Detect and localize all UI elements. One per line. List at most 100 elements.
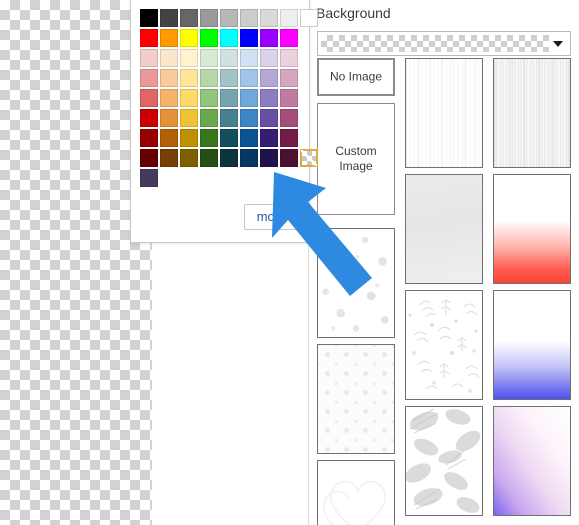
color-swatch-cccccc[interactable] [240, 9, 258, 27]
color-swatch-6aa84f[interactable] [200, 109, 218, 127]
color-swatch-d0e0e3[interactable] [220, 49, 238, 67]
color-swatch-6fa8dc[interactable] [240, 89, 258, 107]
background-panel-title: Background [316, 5, 391, 21]
color-swatch-ffd966[interactable] [180, 89, 198, 107]
color-swatch-b4a7d6[interactable] [260, 69, 278, 87]
color-swatch-000000[interactable] [140, 9, 158, 27]
color-swatch-e69138[interactable] [160, 109, 178, 127]
color-swatch-443a5e[interactable] [140, 169, 158, 187]
background-panel: Background No Image Custom Image [309, 0, 579, 525]
swatch-row-shade-row-1 [140, 109, 302, 129]
color-swatch-d9d9d9[interactable] [260, 9, 278, 27]
swatch-row-primary-row [140, 29, 302, 49]
color-swatch-3d85c6[interactable] [240, 109, 258, 127]
thumbnail-pattern-hearts-small[interactable] [317, 344, 395, 454]
thumbnail-gradient-blue[interactable] [493, 290, 571, 400]
color-swatch-ffe599[interactable] [180, 69, 198, 87]
color-swatch-fce5cd[interactable] [160, 49, 178, 67]
color-swatch-0c343d[interactable] [220, 149, 238, 167]
color-swatch-9fc5e8[interactable] [240, 69, 258, 87]
color-picker-popup: more [130, 0, 318, 243]
color-swatch-134f5c[interactable] [220, 129, 238, 147]
swatch-row-grayscale-row [140, 9, 318, 29]
thumbnail-pattern-botanical[interactable] [405, 290, 483, 400]
color-swatch-434343[interactable] [160, 9, 178, 27]
vertical-grain-light-texture-icon [406, 59, 482, 167]
background-color-dropdown[interactable] [317, 31, 571, 56]
tropical-leaves-pattern-icon [406, 407, 482, 515]
no-image-label: No Image [329, 69, 383, 84]
more-colors-button[interactable]: more [244, 204, 299, 230]
color-swatch-76a5af[interactable] [220, 89, 238, 107]
color-swatch-274e13[interactable] [200, 149, 218, 167]
custom-image-button[interactable]: Custom Image [317, 103, 395, 215]
swatch-row-tint-row-3 [140, 89, 302, 109]
color-swatch-8e7cc3[interactable] [260, 89, 278, 107]
thumbnail-pattern-tropical-leaves[interactable] [405, 406, 483, 516]
no-image-button[interactable]: No Image [317, 58, 395, 96]
swatch-row-shade-row-3 [140, 149, 318, 169]
thumbnail-texture-vertical-grain-light[interactable] [405, 58, 483, 168]
color-swatch-d9ead3[interactable] [200, 49, 218, 67]
transparent-color-swatch[interactable] [300, 149, 318, 167]
color-swatch-f1c232[interactable] [180, 109, 198, 127]
color-swatch-4c1130[interactable] [280, 149, 298, 167]
color-swatch-0000ff[interactable] [240, 29, 258, 47]
color-swatch-c27ba0[interactable] [280, 89, 298, 107]
color-swatch-b7b7b7[interactable] [220, 9, 238, 27]
color-swatch-20124d[interactable] [260, 149, 278, 167]
color-swatch-660000[interactable] [140, 149, 158, 167]
color-swatch-cfe2f3[interactable] [240, 49, 258, 67]
color-swatch-ff0000[interactable] [140, 29, 158, 47]
thumbnail-pattern-heart-outline[interactable] [317, 460, 395, 525]
color-swatch-38761d[interactable] [200, 129, 218, 147]
color-swatch-f9cb9c[interactable] [160, 69, 178, 87]
color-swatch-999999[interactable] [200, 9, 218, 27]
color-swatch-f6b26b[interactable] [160, 89, 178, 107]
color-swatch-00ff00[interactable] [200, 29, 218, 47]
color-swatch-93c47d[interactable] [200, 89, 218, 107]
vertical-grain-gray-texture-icon [494, 59, 570, 167]
thumbnail-texture-smooth-gray[interactable] [405, 174, 483, 284]
color-swatch-ffff00[interactable] [180, 29, 198, 47]
color-swatch-f4cccc[interactable] [140, 49, 158, 67]
color-swatch-a64d79[interactable] [280, 109, 298, 127]
red-gradient-icon [494, 175, 570, 283]
color-swatch-d9d2e9[interactable] [260, 49, 278, 67]
color-swatch-073763[interactable] [240, 149, 258, 167]
thumbnail-texture-vertical-grain-gray[interactable] [493, 58, 571, 168]
color-swatch-d5a6bd[interactable] [280, 69, 298, 87]
thumbnail-gradient-purple-diagonal[interactable] [493, 406, 571, 516]
custom-image-label: Custom Image [335, 144, 377, 173]
color-swatch-351c75[interactable] [260, 129, 278, 147]
swatch-row-shade-row-2 [140, 129, 302, 149]
color-swatch-9900ff[interactable] [260, 29, 278, 47]
thumbnail-gradient-red[interactable] [493, 174, 571, 284]
heart-outline-pattern-icon [318, 461, 394, 525]
color-swatch-45818e[interactable] [220, 109, 238, 127]
color-swatch-a2c4c9[interactable] [220, 69, 238, 87]
color-swatch-b45f06[interactable] [160, 129, 178, 147]
color-swatch-ead1dc[interactable] [280, 49, 298, 67]
background-color-swatch-transparent [321, 35, 549, 52]
color-swatch-ff9900[interactable] [160, 29, 178, 47]
color-swatch-990000[interactable] [140, 129, 158, 147]
color-swatch-783f04[interactable] [160, 149, 178, 167]
color-swatch-ffffff[interactable] [300, 9, 318, 27]
color-swatch-00ffff[interactable] [220, 29, 238, 47]
color-swatch-674ea7[interactable] [260, 109, 278, 127]
blue-gradient-icon [494, 291, 570, 399]
color-swatch-7f6000[interactable] [180, 149, 198, 167]
thumbnail-pattern-hearts-large[interactable] [317, 228, 395, 338]
color-swatch-741b47[interactable] [280, 129, 298, 147]
color-swatch-ea9999[interactable] [140, 69, 158, 87]
color-swatch-0b5394[interactable] [240, 129, 258, 147]
color-swatch-ff00ff[interactable] [280, 29, 298, 47]
color-swatch-666666[interactable] [180, 9, 198, 27]
color-swatch-b6d7a8[interactable] [200, 69, 218, 87]
color-swatch-cc0000[interactable] [140, 109, 158, 127]
color-swatch-fff2cc[interactable] [180, 49, 198, 67]
color-swatch-e06666[interactable] [140, 89, 158, 107]
color-swatch-efefef[interactable] [280, 9, 298, 27]
color-swatch-bf9000[interactable] [180, 129, 198, 147]
